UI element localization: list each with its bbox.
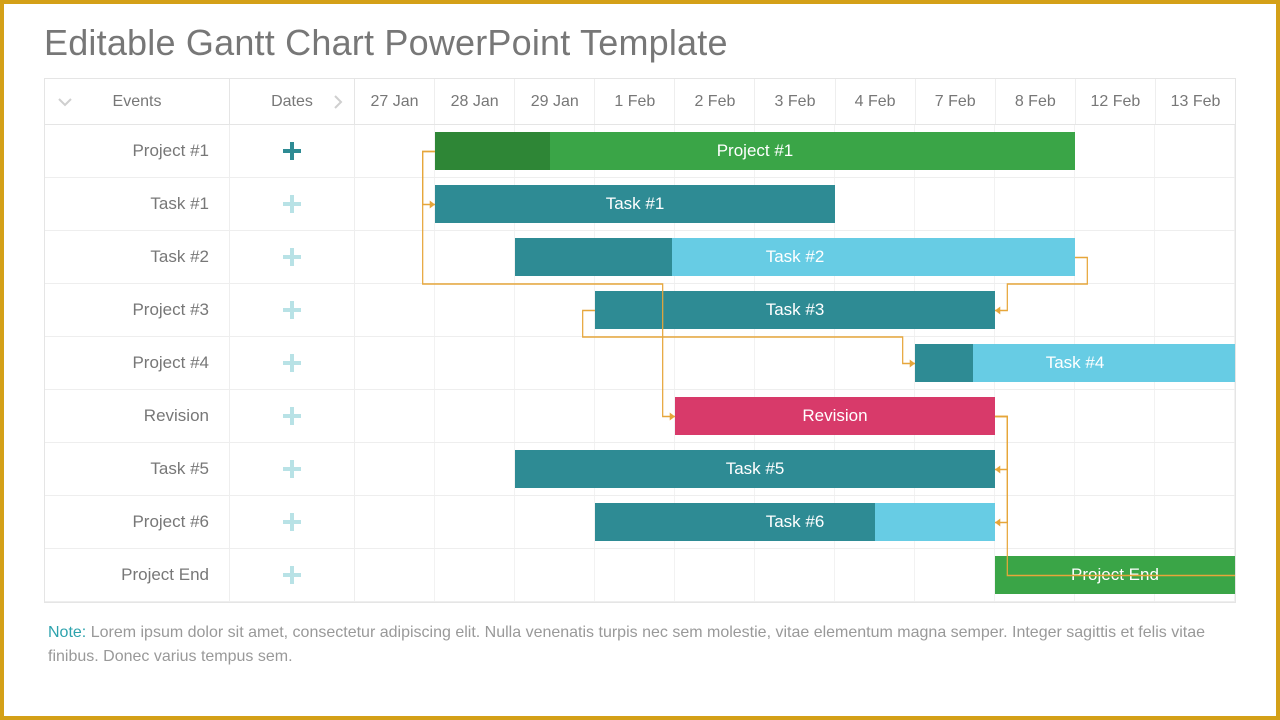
gantt-bar-label: Project End [1071, 565, 1159, 585]
row-expand-cell [230, 549, 355, 601]
gantt-chart: Events Dates 27 Jan28 Jan29 Jan1 Feb2 Fe… [44, 78, 1236, 603]
row-event-label: Task #1 [45, 178, 230, 230]
page-title: Editable Gantt Chart PowerPoint Template [4, 4, 1276, 78]
gantt-bar-label: Revision [802, 406, 867, 426]
gantt-bar-label: Task #2 [766, 247, 825, 267]
gantt-bar[interactable]: Project #1 [435, 132, 1075, 170]
row-event-label: Task #5 [45, 443, 230, 495]
row-expand-cell [230, 496, 355, 548]
gantt-bar-label: Task #5 [726, 459, 785, 479]
gantt-bar[interactable]: Project End [995, 556, 1235, 594]
chevron-down-icon[interactable] [57, 94, 73, 110]
gantt-row: Task #2 Task #2 [45, 231, 1235, 284]
gantt-bar-progress [595, 503, 875, 541]
header-date-columns: 27 Jan28 Jan29 Jan1 Feb2 Feb3 Feb4 Feb7 … [355, 79, 1235, 124]
row-event-label: Task #2 [45, 231, 230, 283]
footnote-text: Lorem ipsum dolor sit amet, consectetur … [48, 624, 1205, 665]
plus-icon[interactable] [283, 142, 301, 160]
row-track: Task #1 [355, 178, 1235, 230]
header-date: 13 Feb [1156, 79, 1235, 124]
gantt-row: Task #5 Task #5 [45, 443, 1235, 496]
gantt-bar[interactable]: Revision [675, 397, 995, 435]
gantt-bar-label: Task #4 [1046, 353, 1105, 373]
row-expand-cell [230, 178, 355, 230]
gantt-row: Project #6 Task #6 [45, 496, 1235, 549]
gantt-bar[interactable]: Task #5 [515, 450, 995, 488]
row-track: Project #1 [355, 125, 1235, 177]
header-date: 7 Feb [916, 79, 996, 124]
row-track: Task #4 [355, 337, 1235, 389]
gantt-bar[interactable]: Task #4 [915, 344, 1235, 382]
row-event-label: Revision [45, 390, 230, 442]
plus-icon[interactable] [283, 248, 301, 266]
row-event-label: Project #6 [45, 496, 230, 548]
gantt-bar[interactable]: Task #2 [515, 238, 1075, 276]
row-expand-cell [230, 390, 355, 442]
header-date: 12 Feb [1076, 79, 1156, 124]
row-track: Revision [355, 390, 1235, 442]
gantt-bar[interactable]: Task #3 [595, 291, 995, 329]
row-event-label: Project #4 [45, 337, 230, 389]
gantt-bar[interactable]: Task #1 [435, 185, 835, 223]
row-expand-cell [230, 443, 355, 495]
row-event-label: Project #1 [45, 125, 230, 177]
header-date: 3 Feb [755, 79, 835, 124]
header-events: Events [45, 79, 230, 124]
gantt-row: Project End Project End [45, 549, 1235, 602]
row-expand-cell [230, 337, 355, 389]
gantt-bar-label: Task #1 [606, 194, 665, 214]
header-date: 27 Jan [355, 79, 435, 124]
gantt-row: Revision Revision [45, 390, 1235, 443]
header-date: 28 Jan [435, 79, 515, 124]
plus-icon[interactable] [283, 195, 301, 213]
plus-icon[interactable] [283, 460, 301, 478]
row-track: Project End [355, 549, 1235, 601]
gantt-header: Events Dates 27 Jan28 Jan29 Jan1 Feb2 Fe… [45, 79, 1235, 125]
gantt-bar-progress [915, 344, 973, 382]
gantt-bar-label: Task #6 [766, 512, 825, 532]
header-dates-label: Dates [271, 93, 313, 111]
gantt-bar-progress [435, 132, 550, 170]
plus-icon[interactable] [283, 301, 301, 319]
row-event-label: Project End [45, 549, 230, 601]
header-events-label: Events [113, 93, 162, 111]
footnote: Note: Lorem ipsum dolor sit amet, consec… [4, 603, 1276, 669]
header-date: 8 Feb [996, 79, 1076, 124]
gantt-row: Project #1 Project #1 [45, 125, 1235, 178]
header-date: 1 Feb [595, 79, 675, 124]
plus-icon[interactable] [283, 354, 301, 372]
plus-icon[interactable] [283, 566, 301, 584]
row-event-label: Project #3 [45, 284, 230, 336]
gantt-row: Project #4 Task #4 [45, 337, 1235, 390]
header-date: 2 Feb [675, 79, 755, 124]
gantt-bar-progress [515, 238, 672, 276]
row-expand-cell [230, 284, 355, 336]
plus-icon[interactable] [283, 513, 301, 531]
row-expand-cell [230, 125, 355, 177]
gantt-body: Project #1Project #1Task #1Task #1Task #… [45, 125, 1235, 602]
row-track: Task #2 [355, 231, 1235, 283]
row-track: Task #3 [355, 284, 1235, 336]
header-dates: Dates [230, 79, 355, 124]
gantt-bar-label: Task #3 [766, 300, 825, 320]
gantt-row: Task #1 Task #1 [45, 178, 1235, 231]
gantt-bar-label: Project #1 [717, 141, 794, 161]
gantt-bar[interactable]: Task #6 [595, 503, 995, 541]
header-date: 4 Feb [836, 79, 916, 124]
footnote-label: Note: [48, 624, 86, 641]
gantt-row: Project #3 Task #3 [45, 284, 1235, 337]
row-expand-cell [230, 231, 355, 283]
plus-icon[interactable] [283, 407, 301, 425]
chevron-right-icon[interactable] [330, 94, 346, 110]
header-date: 29 Jan [515, 79, 595, 124]
row-track: Task #6 [355, 496, 1235, 548]
row-track: Task #5 [355, 443, 1235, 495]
